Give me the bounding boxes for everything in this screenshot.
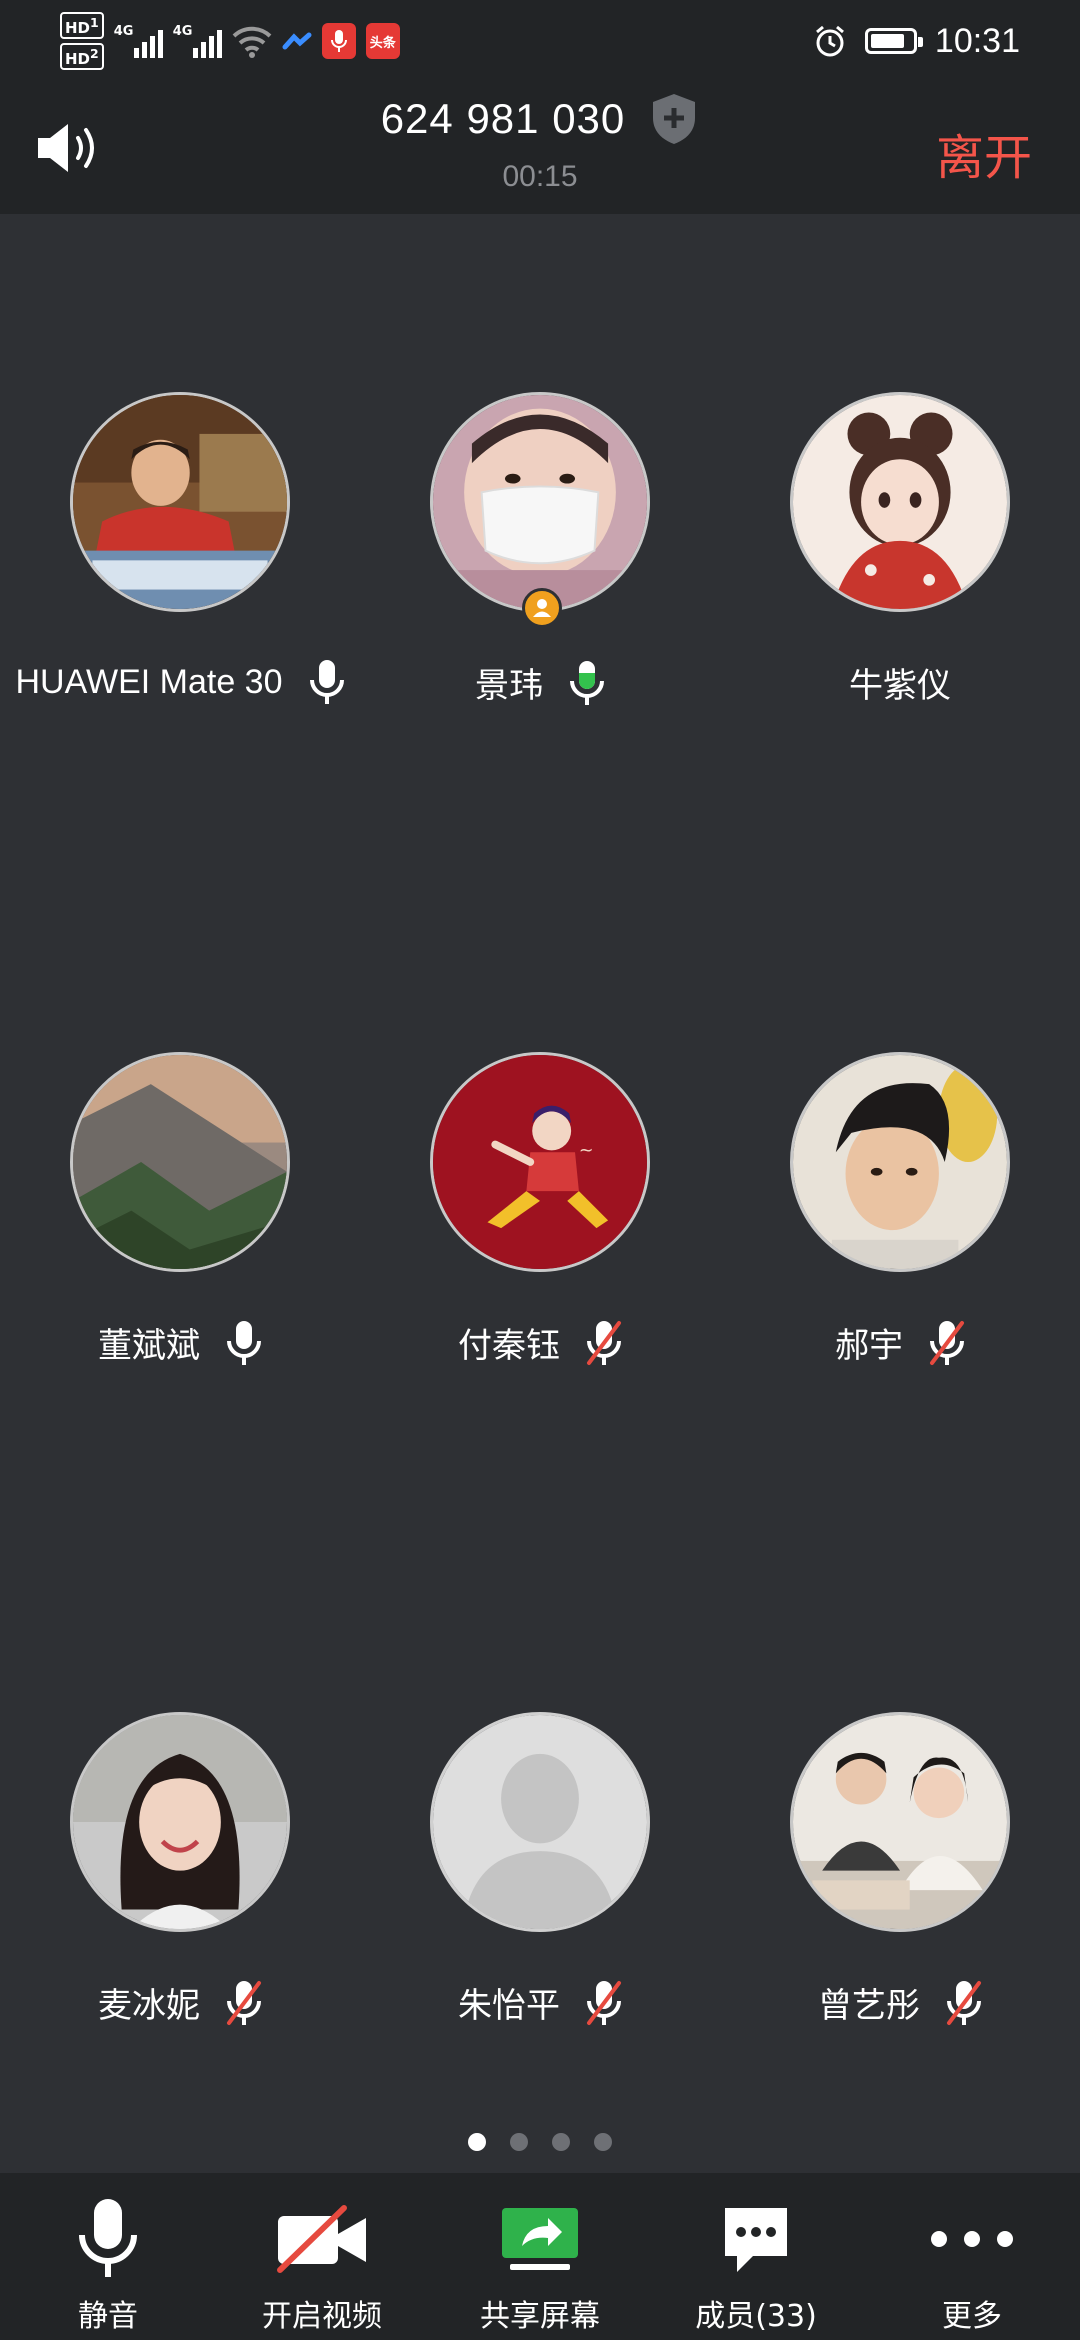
participant-tile[interactable]: 朱怡平	[360, 1712, 720, 2032]
baby-mask-photo	[433, 395, 647, 609]
status-right: 10:31	[813, 12, 1020, 70]
avatar	[430, 392, 650, 612]
mic-muted-icon	[947, 1980, 981, 2025]
chat-members-icon	[706, 2195, 806, 2283]
avatar	[70, 1712, 290, 1932]
signal-2-icon: 4G	[173, 24, 222, 58]
meeting-id[interactable]: 624 981 030	[381, 95, 626, 143]
participant-name: 麦冰妮	[98, 1987, 200, 2025]
hd-2-icon: HD2	[60, 43, 104, 70]
avatar	[70, 392, 290, 612]
participant-name: 郝宇	[835, 1327, 903, 1365]
young-man-photo	[793, 1055, 1007, 1269]
svg-text:~: ~	[579, 1141, 594, 1161]
mute-label: 静音	[78, 2299, 138, 2334]
host-badge	[522, 588, 562, 628]
members-label: 成员(33)	[695, 2299, 817, 2334]
participant-name: 曾艺彤	[818, 1987, 920, 2025]
microphone-icon	[58, 2195, 158, 2283]
leave-button[interactable]: 离开	[936, 118, 1032, 188]
mute-button[interactable]: 静音	[8, 2173, 208, 2340]
toutiao-app-icon: 头条	[365, 23, 400, 59]
mic-speaking-icon	[570, 660, 604, 705]
share-label: 共享屏幕	[480, 2299, 600, 2334]
page-indicator[interactable]	[0, 2133, 1080, 2151]
status-left: HD1 HD2 4G 4G 头条	[60, 8, 400, 74]
avatar	[790, 392, 1010, 612]
more-button[interactable]: 更多	[872, 2173, 1072, 2340]
participant-name-row: 曾艺彤	[720, 1978, 1080, 2027]
voice-recorder-app-icon	[321, 23, 356, 59]
participant-name-row: 付秦钰	[360, 1318, 720, 1367]
security-shield-icon[interactable]	[649, 92, 699, 146]
cloud-sync-icon	[282, 32, 312, 50]
meeting-timer: 00:15	[502, 160, 578, 193]
mic-muted-icon	[227, 1980, 261, 2025]
participant-name-row: 麦冰妮	[0, 1978, 360, 2027]
toutiao-label: 头条	[369, 35, 396, 51]
signal-1-icon: 4G	[114, 24, 163, 58]
default-avatar	[433, 1715, 647, 1929]
members-button[interactable]: 成员(33)	[656, 2173, 856, 2340]
participant-tile[interactable]: 景玮	[360, 392, 720, 712]
page-dot-3[interactable]	[552, 2133, 570, 2151]
participant-name-row: HUAWEI Mate 30	[0, 658, 360, 706]
participant-name-row: 朱怡平	[360, 1978, 720, 2027]
participant-name: 付秦钰	[458, 1327, 560, 1365]
mic-muted-icon	[930, 1320, 964, 1365]
page-dot-1[interactable]	[468, 2133, 486, 2151]
smiling-woman-photo	[73, 1715, 287, 1929]
mic-on-icon	[227, 1320, 261, 1365]
hd-1-icon: HD1	[60, 12, 104, 39]
avatar	[430, 1712, 650, 1932]
clock: 10:31	[934, 21, 1020, 60]
participant-tile[interactable]: 曾艺彤	[720, 1712, 1080, 2032]
participant-tile[interactable]: 牛紫仪	[720, 392, 1080, 712]
participant-tile[interactable]: 麦冰妮	[0, 1712, 360, 2032]
wifi-icon	[232, 26, 272, 58]
participant-tile[interactable]: ~ 付秦钰	[360, 1052, 720, 1372]
mic-on-icon	[309, 660, 344, 704]
mic-muted-icon	[587, 1320, 621, 1365]
red-cartoon-illustration: ~	[433, 1055, 647, 1269]
status-bar: HD1 HD2 4G 4G 头条 10:31	[0, 0, 1080, 82]
mountain-photo	[73, 1055, 287, 1269]
anime-girl-illustration	[793, 395, 1007, 609]
meeting-header: 624 981 030 00:15 离开	[0, 82, 1080, 214]
alarm-icon	[815, 25, 844, 57]
page-dot-4[interactable]	[594, 2133, 612, 2151]
page-dot-2[interactable]	[510, 2133, 528, 2151]
participant-name: 景玮	[475, 667, 543, 705]
avatar	[790, 1712, 1010, 1932]
participant-tile[interactable]: HUAWEI Mate 30	[0, 392, 360, 712]
boy-computer-photo	[73, 395, 287, 609]
video-label: 开启视频	[262, 2299, 382, 2334]
more-label: 更多	[942, 2299, 1002, 2334]
more-dots-icon	[922, 2195, 1022, 2283]
hd-indicators: HD1 HD2	[60, 12, 104, 70]
participant-name: 董斌斌	[98, 1327, 200, 1365]
mic-muted-icon	[587, 1980, 621, 2025]
avatar: ~	[430, 1052, 650, 1272]
participant-name: 朱怡平	[458, 1987, 560, 2025]
participant-name: HUAWEI Mate 30	[15, 662, 283, 701]
start-video-button[interactable]: 开启视频	[222, 2173, 422, 2340]
participant-name: 牛紫仪	[849, 667, 951, 705]
share-screen-button[interactable]: 共享屏幕	[440, 2173, 640, 2340]
meeting-id-row: 624 981 030	[0, 92, 1080, 146]
meeting-toolbar: 静音 开启视频 共享屏幕 成员(33) 更多	[0, 2173, 1080, 2340]
couple-photo	[793, 1715, 1007, 1929]
share-screen-icon	[490, 2195, 590, 2283]
participant-tile[interactable]: 郝宇	[720, 1052, 1080, 1372]
participant-name-row: 郝宇	[720, 1318, 1080, 1367]
participant-name-row: 董斌斌	[0, 1318, 360, 1367]
video-off-icon	[272, 2195, 372, 2283]
participant-name-row: 景玮	[360, 658, 720, 707]
avatar	[70, 1052, 290, 1272]
participant-tile[interactable]: 董斌斌	[0, 1052, 360, 1372]
participant-name-row: 牛紫仪	[720, 658, 1080, 707]
avatar	[790, 1052, 1010, 1272]
battery-icon	[864, 28, 923, 54]
host-user-icon	[533, 599, 551, 617]
